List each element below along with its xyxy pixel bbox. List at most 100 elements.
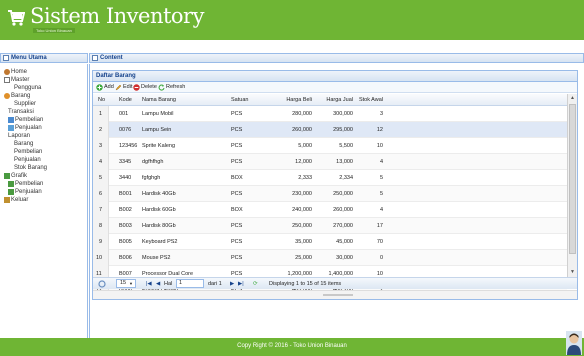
column-header-no[interactable]: No [98, 97, 105, 103]
table-cell-nama-barang: Lampu Mobil [142, 111, 174, 117]
sidebar-item-stok-barang[interactable]: Stok Barang [14, 165, 47, 172]
sidebar-item-penjualan[interactable]: Penjualan [14, 157, 41, 164]
sidebar-item-penjualan[interactable]: Penjualan [8, 189, 42, 196]
column-header-stok-awal[interactable]: Stok Awal [359, 97, 383, 103]
sidebar-item-pembelian[interactable]: Pembelian [14, 149, 42, 156]
edit-button[interactable]: Edit [115, 84, 132, 91]
sidebar-item-supplier[interactable]: Supplier [14, 101, 36, 108]
content-icon [92, 55, 98, 61]
next-page-icon[interactable]: ▶ [230, 280, 234, 288]
sidebar-item-home[interactable]: Home [4, 69, 27, 76]
app-footer: Copy Right © 2016 - Toko Union Binauan [0, 338, 584, 356]
table-cell-satuan: PCS [231, 111, 243, 117]
refresh-button[interactable]: Refresh [158, 84, 185, 91]
sidebar-item-transaksi[interactable]: Transaksi [8, 109, 34, 116]
table-cell-satuan: BOX [231, 207, 243, 213]
sidebar-item-keluar[interactable]: Keluar [4, 197, 28, 204]
sidebar-item-label: Pembelian [14, 149, 43, 155]
table-cell-no: 8 [99, 223, 103, 229]
menu-panel-header: Menu Utama [0, 53, 88, 63]
pager-refresh-icon[interactable]: ⟳ [253, 280, 258, 288]
sidebar-item-label: Penjualan [14, 157, 41, 163]
sales-icon [8, 125, 14, 131]
page-label: Hal [164, 281, 173, 287]
column-header-satuan[interactable]: Satuan [231, 97, 248, 103]
pager-config-icon[interactable] [98, 280, 106, 288]
column-header-nama-barang[interactable]: Nama Barang [142, 97, 176, 103]
table-cell-harga-beli: 240,000 [292, 207, 312, 213]
cart-logo-icon [8, 10, 25, 26]
table-cell-harga-jual: 250,000 [333, 191, 353, 197]
horizontal-scrollbar-thumb[interactable] [323, 294, 353, 296]
sidebar-item-laporan[interactable]: Laporan [8, 133, 30, 140]
table-cell-nama-barang: Sprite Kaleng [142, 143, 176, 149]
table-cell-nama-barang: Hardisk 80Gb [142, 223, 176, 229]
table-cell-harga-jual: 260,000 [333, 207, 353, 213]
add-icon [96, 84, 103, 91]
table-cell-satuan: PCS [231, 127, 243, 133]
table-row[interactable]: 2 0076 Lampu Sein PCS 260,000 295,000 12 [93, 122, 567, 138]
table-cell-stok-awal: 0 [379, 255, 383, 261]
table-row[interactable]: 9 B005 Keyboard PS2 PCS 35,000 45,000 70 [93, 234, 567, 250]
sidebar-item-barang[interactable]: Barang [14, 141, 33, 148]
page-number-input[interactable]: 1 [176, 279, 204, 288]
table-cell-no: 4 [99, 159, 103, 165]
scroll-down-icon[interactable]: ▼ [570, 269, 575, 275]
add-button-label: Add [104, 84, 114, 90]
app-title: Sistem Inventory [30, 4, 204, 28]
table-row[interactable]: 7 B002 Hardisk 60Gb BOX 240,000 260,000 4 [93, 202, 567, 218]
table-row[interactable]: 3 123456 Sprite Kaleng PCS 5,000 5,500 10 [93, 138, 567, 154]
add-button[interactable]: Add [96, 84, 114, 91]
sidebar-item-barang[interactable]: Barang [4, 93, 30, 100]
pager-status: Displaying 1 to 15 of 15 items [269, 281, 342, 287]
sidebar-item-pembelian[interactable]: Pembelian [8, 117, 43, 124]
table-row[interactable]: 5 3440 fgfghgh BOX 2,333 2,334 5 [93, 170, 567, 186]
edit-pencil-icon [115, 84, 122, 91]
table-cell-harga-jual: 300,000 [333, 111, 353, 117]
app-subtitle: Toko Union Binauan [33, 28, 75, 33]
chart-icon [8, 181, 14, 187]
sidebar-item-master[interactable]: Master [4, 77, 29, 84]
grid-horizontal-scrollbar[interactable] [93, 290, 577, 299]
sidebar-item-label: Laporan [8, 133, 31, 139]
column-header-harga-jual[interactable]: Harga Jual [326, 97, 353, 103]
table-row[interactable]: 4 3345 dgfhfhgh PCS 12,000 13,000 4 [93, 154, 567, 170]
scroll-up-icon[interactable]: ▲ [570, 95, 575, 101]
table-cell-kode: 0076 [119, 127, 132, 133]
scrollbar-thumb[interactable] [569, 104, 576, 254]
table-cell-kode: B003 [119, 223, 132, 229]
table-cell-kode: 3440 [119, 175, 132, 181]
table-cell-kode: B002 [119, 207, 132, 213]
delete-button[interactable]: Delete [133, 84, 157, 91]
table-cell-harga-beli: 25,000 [295, 255, 312, 261]
column-header-kode[interactable]: Kode [119, 97, 132, 103]
folder-icon [4, 77, 10, 83]
table-cell-no: 3 [99, 143, 103, 149]
table-cell-satuan: PCS [231, 143, 243, 149]
table-cell-nama-barang: dgfhfhgh [142, 159, 164, 165]
first-page-icon[interactable]: |◀ [146, 280, 152, 288]
sidebar-item-pengguna[interactable]: Pengguna [14, 85, 41, 92]
grid-pager: 15 ▼ |◀ ◀ Hal 1 dari 1 ▶ ▶| ⟳ Displaying… [93, 277, 577, 289]
table-row[interactable]: 6 B001 Hardisk 40Gb PCS 230,000 250,000 5 [93, 186, 567, 202]
table-cell-no: 2 [99, 127, 103, 133]
sidebar-item-pembelian[interactable]: Pembelian [8, 181, 43, 188]
table-row[interactable]: 8 B003 Hardisk 80Gb PCS 250,000 270,000 17 [93, 218, 567, 234]
box-icon [4, 93, 10, 99]
chart-icon [8, 189, 14, 195]
sidebar-item-penjualan[interactable]: Penjualan [8, 125, 42, 132]
table-row[interactable]: 1 001 Lampu Mobil PCS 280,000 300,000 3 [93, 106, 567, 122]
page-size-select[interactable]: 15 ▼ [116, 279, 136, 288]
table-cell-harga-jual: 45,000 [336, 239, 353, 245]
last-page-icon[interactable]: ▶| [238, 280, 244, 288]
sidebar-item-grafik[interactable]: Grafik [4, 173, 27, 180]
chart-icon [4, 173, 10, 179]
prev-page-icon[interactable]: ◀ [156, 280, 160, 288]
table-cell-stok-awal: 5 [379, 175, 383, 181]
table-cell-no: 5 [99, 175, 103, 181]
grid-vertical-scrollbar[interactable]: ▲ ▼ [567, 94, 577, 277]
table-cell-harga-beli: 5,000 [298, 143, 312, 149]
table-cell-stok-awal: 5 [379, 191, 383, 197]
table-row[interactable]: 10 B006 Mouse PS2 PCS 25,000 30,000 0 [93, 250, 567, 266]
column-header-harga-beli[interactable]: Harga Beli [286, 97, 312, 103]
